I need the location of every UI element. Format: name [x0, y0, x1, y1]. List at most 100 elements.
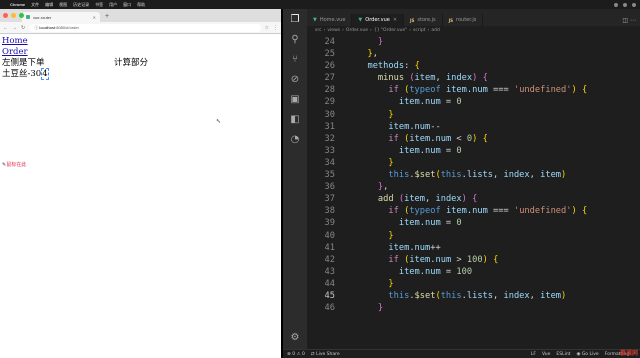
- extensions-icon[interactable]: ▣: [283, 89, 307, 109]
- code-editor[interactable]: 24 } 25 }, 26 methods: { 27 minus (item,…: [307, 36, 640, 348]
- line-number: 41: [324, 242, 335, 253]
- bookmark-star-icon[interactable]: ☆: [265, 25, 269, 31]
- window-controls: [3, 13, 24, 18]
- line-number: 31: [324, 121, 335, 132]
- code-line: 36 },: [307, 181, 640, 193]
- error-count: 0: [292, 351, 296, 357]
- tab-router-js[interactable]: JS router.js: [443, 14, 484, 26]
- breadcrumb-item[interactable]: script: [413, 28, 426, 33]
- code-line: 46 }: [307, 302, 640, 314]
- more-menu-icon[interactable]: ⋮: [273, 25, 278, 31]
- vue-icon: ▼: [358, 17, 363, 23]
- code-line: 42 if (item.num > 100) {: [307, 254, 640, 266]
- app-name[interactable]: Chrome: [10, 2, 25, 7]
- breadcrumb-item[interactable]: {} "Order.vue": [374, 28, 407, 33]
- explorer-icon[interactable]: ❐: [283, 9, 307, 29]
- line-number: 46: [324, 303, 335, 314]
- item-name: 土豆丝: [2, 69, 28, 79]
- menu-item-people[interactable]: 用户: [109, 2, 117, 8]
- code-line: 43 item.num = 100: [307, 266, 640, 278]
- new-tab-button[interactable]: +: [105, 12, 109, 22]
- history-icon[interactable]: ◔: [283, 129, 307, 149]
- floating-note: ✎鼠标在此: [2, 160, 26, 171]
- browser-tab[interactable]: vue-router ✕: [22, 12, 100, 22]
- forward-icon[interactable]: →: [12, 25, 17, 31]
- menu-item-view[interactable]: 视图: [59, 2, 67, 8]
- code-text: }: [388, 157, 394, 168]
- line-number: 37: [324, 194, 335, 205]
- url-input[interactable]: ⓘ localhost :8080/#/order: [29, 23, 261, 32]
- code-line: 37 add (item, index) {: [307, 193, 640, 205]
- status-bar: ⊗ 0 ⚠ 0 ⇄ Live Share LF Vue ESLint ◉ Go …: [283, 349, 640, 358]
- mouse-cursor-icon: ↖: [216, 118, 222, 125]
- menu-item-help[interactable]: 帮助: [137, 2, 145, 8]
- breadcrumb-item[interactable]: views: [327, 28, 340, 33]
- code-line: 31 item.num--: [307, 121, 640, 133]
- errors-indicator[interactable]: ⊗ 0 ⚠ 0: [287, 352, 305, 357]
- minimize-window-button[interactable]: [11, 13, 16, 18]
- breadcrumb-item[interactable]: add: [431, 28, 439, 33]
- tab-store-js[interactable]: JS store.js: [404, 14, 443, 26]
- split-editor-icon[interactable]: ◫: [622, 17, 628, 24]
- code-line: 28 if (typeof item.num === 'undefined') …: [307, 84, 640, 96]
- chevron-right-icon: ›: [323, 28, 326, 33]
- code-line: 34 }: [307, 157, 640, 169]
- code-line: 33 item.num = 0: [307, 145, 640, 157]
- floating-note-text: 鼠标在此: [6, 162, 27, 168]
- menu-item-bookmarks[interactable]: 书签: [95, 2, 103, 8]
- line-number: 33: [324, 145, 335, 156]
- code-text: }: [377, 303, 384, 314]
- activity-bar: ❐ ⚲ ⑂ ⊘ ▣ ◧ ◔ ⚙: [283, 9, 307, 349]
- settings-gear-icon[interactable]: ⚙: [283, 327, 307, 347]
- eol-indicator[interactable]: LF: [531, 352, 536, 357]
- close-window-button[interactable]: [3, 13, 8, 18]
- language-indicator[interactable]: Vue: [542, 352, 550, 357]
- code-text: minus (item, index) {: [377, 73, 488, 84]
- back-icon[interactable]: ←: [3, 25, 8, 31]
- left-heading: 左侧是下单: [2, 58, 45, 68]
- minus-button[interactable]: -30: [28, 69, 42, 79]
- status-icon[interactable]: [614, 2, 618, 7]
- close-tab-icon[interactable]: ✕: [93, 15, 96, 20]
- line-number: 32: [324, 133, 335, 144]
- code-line: 35 this.$set(this.lists, index, item): [307, 169, 640, 181]
- menu-status-icons: [614, 2, 636, 7]
- search-icon[interactable]: ⚲: [283, 29, 307, 49]
- reload-icon[interactable]: ↻: [21, 25, 25, 31]
- code-text: }: [377, 37, 384, 47]
- chevron-right-icon: ›: [409, 28, 412, 33]
- breadcrumb-item[interactable]: src: [315, 28, 322, 33]
- code-line: 41 item.num++: [307, 242, 640, 254]
- code-text: item.num = 100: [398, 266, 473, 277]
- live-share-button[interactable]: ⇄ Live Share: [311, 352, 340, 357]
- warning-count: 0: [301, 351, 305, 357]
- menu-item-edit[interactable]: 编辑: [45, 2, 53, 8]
- source-control-icon[interactable]: ⑂: [283, 49, 307, 69]
- tab-order-vue[interactable]: ▼ Order.vue ✕: [352, 14, 405, 26]
- code-line-current: 45 this.$set(this.lists, index, item): [307, 290, 640, 302]
- line-number: 45: [324, 290, 335, 301]
- chevron-right-icon: ›: [370, 28, 372, 33]
- order-link[interactable]: Order: [2, 47, 279, 58]
- go-live-button[interactable]: ◉ Go Live: [576, 352, 598, 357]
- menu-item-file[interactable]: 文件: [31, 2, 39, 8]
- tab-home-vue[interactable]: ▼ Home.vue: [307, 14, 353, 26]
- menu-item-history[interactable]: 历史记录: [73, 2, 89, 8]
- chevron-right-icon: ›: [427, 28, 430, 33]
- vscode-window: ❐ ⚲ ⑂ ⊘ ▣ ◧ ◔ ⚙ ▼ Home.vue ▼ Order.vue ✕…: [283, 9, 640, 358]
- maximize-window-button[interactable]: [19, 13, 24, 18]
- code-text: }: [388, 109, 394, 120]
- close-tab-icon[interactable]: ✕: [393, 17, 397, 23]
- mac-menu-bar: Chrome 文件 编辑 视图 历史记录 书签 用户 窗口 帮助: [0, 0, 640, 9]
- remote-icon[interactable]: ◧: [283, 109, 307, 129]
- menu-item-window[interactable]: 窗口: [123, 2, 131, 8]
- breadcrumb-item[interactable]: Order.vue: [346, 28, 368, 33]
- status-icon[interactable]: [632, 2, 636, 7]
- line-number: 35: [324, 170, 335, 181]
- eslint-indicator[interactable]: ESLint: [556, 352, 570, 357]
- chevron-right-icon: ›: [342, 28, 344, 33]
- status-icon[interactable]: [623, 2, 627, 7]
- more-actions-icon[interactable]: ⋯: [630, 17, 636, 24]
- home-link[interactable]: Home: [2, 36, 279, 47]
- debug-icon[interactable]: ⊘: [283, 69, 307, 89]
